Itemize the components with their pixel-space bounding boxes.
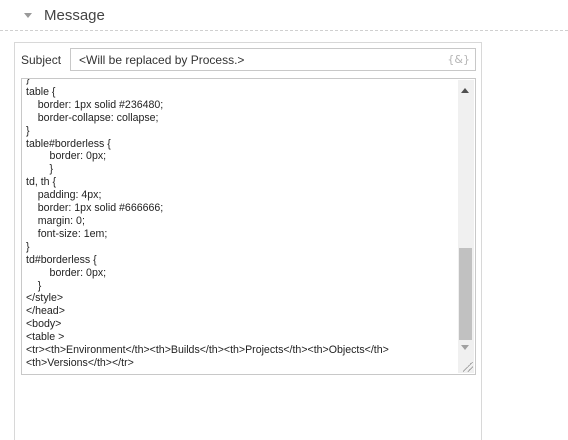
vertical-scrollbar[interactable] [458,80,474,373]
resize-handle-icon[interactable] [463,362,473,372]
scroll-up-icon[interactable] [461,88,469,93]
collapse-arrow-icon[interactable] [24,13,32,18]
subject-value: <Will be replaced by Process.> [79,53,245,67]
scrollbar-thumb[interactable] [459,248,472,340]
scroll-down-icon[interactable] [461,345,469,350]
insert-variable-icon[interactable]: {&} [447,53,470,66]
subject-label: Subject [21,53,62,67]
subject-input[interactable]: <Will be replaced by Process.> {&} [70,48,476,71]
message-body-textarea[interactable]: } table { border: 1px solid #236480; bor… [21,78,476,375]
message-section-header[interactable]: Message [0,0,568,31]
message-body-code: } table { border: 1px solid #236480; bor… [26,78,389,369]
section-title: Message [44,7,105,24]
